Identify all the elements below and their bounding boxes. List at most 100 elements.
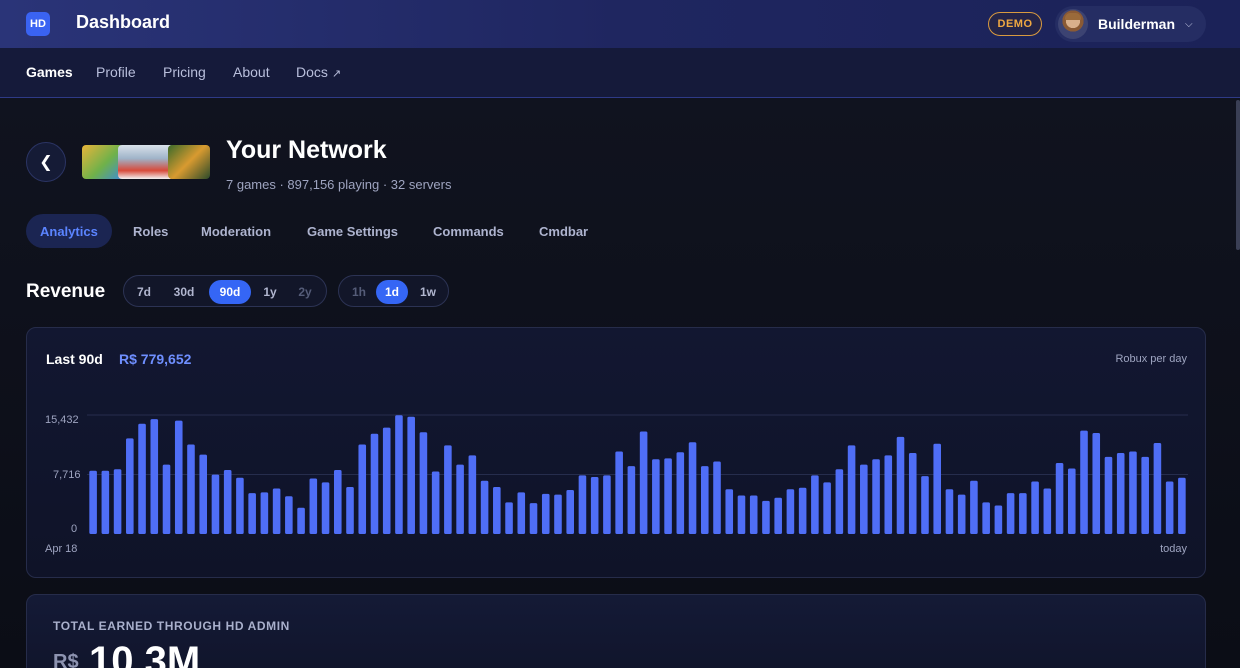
chart-bar[interactable] bbox=[884, 455, 893, 534]
chart-bar[interactable] bbox=[223, 470, 232, 534]
range-7d-button[interactable]: 7d bbox=[129, 280, 159, 304]
chart-bar[interactable] bbox=[272, 488, 281, 535]
chart-bar[interactable] bbox=[1019, 493, 1027, 534]
chart-bar[interactable] bbox=[554, 494, 562, 534]
chart-bar[interactable] bbox=[811, 475, 819, 534]
chart-bar[interactable] bbox=[798, 487, 807, 534]
chart-bar[interactable] bbox=[541, 493, 550, 534]
chart-bar[interactable] bbox=[1129, 451, 1137, 534]
chart-bar[interactable] bbox=[480, 480, 489, 534]
hd-logo-icon[interactable]: HD bbox=[26, 12, 50, 36]
app-title[interactable]: Dashboard bbox=[76, 12, 170, 33]
chart-bar[interactable] bbox=[1141, 456, 1149, 534]
chart-bar[interactable] bbox=[236, 477, 244, 534]
chart-bar[interactable] bbox=[493, 486, 501, 534]
chart-bar[interactable] bbox=[1116, 453, 1125, 534]
chart-bar[interactable] bbox=[700, 466, 709, 534]
chart-bar[interactable] bbox=[468, 455, 477, 534]
chart-bar[interactable] bbox=[285, 496, 293, 534]
chart-bar[interactable] bbox=[1043, 488, 1052, 535]
chart-bar[interactable] bbox=[578, 475, 587, 534]
chart-bar[interactable] bbox=[321, 482, 330, 534]
chart-bar[interactable] bbox=[933, 443, 941, 534]
chart-bar[interactable] bbox=[994, 505, 1003, 534]
chart-bar[interactable] bbox=[370, 433, 379, 534]
chart-bar[interactable] bbox=[823, 482, 831, 534]
range-2y-button[interactable]: 2y bbox=[290, 280, 320, 304]
chart-bar[interactable] bbox=[333, 470, 342, 534]
nav-games[interactable]: Games bbox=[26, 64, 73, 80]
chart-bar[interactable] bbox=[982, 502, 990, 534]
chart-bar[interactable] bbox=[847, 445, 856, 534]
chart-bar[interactable] bbox=[603, 475, 611, 534]
chart-bar[interactable] bbox=[187, 444, 195, 534]
chart-bar[interactable] bbox=[908, 453, 917, 534]
tab-roles[interactable]: Roles bbox=[119, 214, 182, 248]
chart-bar[interactable] bbox=[957, 494, 966, 534]
chart-bar[interactable] bbox=[113, 469, 122, 534]
chart-bar[interactable] bbox=[1067, 468, 1076, 534]
nav-docs[interactable]: Docs ↗ bbox=[296, 64, 341, 80]
chart-bar[interactable] bbox=[297, 507, 305, 534]
chart-bar[interactable] bbox=[1104, 456, 1113, 534]
range-30d-button[interactable]: 30d bbox=[165, 280, 203, 304]
tab-cmdbar[interactable]: Cmdbar bbox=[525, 214, 602, 248]
chart-bar[interactable] bbox=[162, 464, 171, 534]
chart-bar[interactable] bbox=[174, 420, 183, 534]
chart-bar[interactable] bbox=[1080, 430, 1088, 534]
chart-bar[interactable] bbox=[676, 452, 685, 534]
chart-bar[interactable] bbox=[1178, 477, 1186, 534]
chart-bar[interactable] bbox=[211, 474, 220, 534]
chart-bar[interactable] bbox=[615, 451, 623, 534]
chart-bar[interactable] bbox=[590, 476, 599, 534]
tab-moderation[interactable]: Moderation bbox=[187, 214, 285, 248]
chart-bar[interactable] bbox=[150, 419, 159, 534]
range-90d-button[interactable]: 90d bbox=[209, 280, 251, 304]
scrollbar[interactable] bbox=[1236, 100, 1240, 250]
chart-bar[interactable] bbox=[346, 486, 354, 534]
chart-bar[interactable] bbox=[639, 431, 648, 534]
chart-bar[interactable] bbox=[260, 492, 269, 534]
chart-bar[interactable] bbox=[921, 476, 929, 534]
range-1y-button[interactable]: 1y bbox=[255, 280, 285, 304]
chart-bar[interactable] bbox=[89, 470, 97, 534]
chart-bar[interactable] bbox=[749, 495, 758, 534]
chart-bar[interactable] bbox=[126, 438, 134, 534]
chart-bar[interactable] bbox=[786, 489, 795, 534]
back-button[interactable]: ❮ bbox=[26, 142, 66, 182]
chart-bar[interactable] bbox=[688, 442, 697, 534]
chart-bar[interactable] bbox=[138, 423, 146, 534]
chart-bar[interactable] bbox=[970, 480, 978, 534]
chart-bar[interactable] bbox=[419, 432, 428, 534]
chart-bar[interactable] bbox=[627, 466, 636, 534]
chart-bar[interactable] bbox=[456, 464, 464, 534]
chart-bar[interactable] bbox=[713, 461, 721, 534]
chart-bar[interactable] bbox=[309, 478, 318, 534]
chart-bar[interactable] bbox=[1031, 481, 1039, 534]
chart-bar[interactable] bbox=[725, 489, 734, 534]
chart-bar[interactable] bbox=[872, 459, 880, 534]
chart-bar[interactable] bbox=[860, 464, 868, 534]
user-menu-button[interactable]: Builderman ⌵ bbox=[1055, 6, 1206, 42]
tab-game-settings[interactable]: Game Settings bbox=[293, 214, 412, 248]
tab-commands[interactable]: Commands bbox=[419, 214, 518, 248]
chart-bar[interactable] bbox=[517, 492, 526, 534]
chart-bar[interactable] bbox=[248, 493, 256, 534]
chart-bar[interactable] bbox=[407, 416, 415, 534]
chart-bar[interactable] bbox=[382, 427, 391, 534]
tab-analytics[interactable]: Analytics bbox=[26, 214, 112, 248]
chart-bar[interactable] bbox=[505, 502, 513, 534]
chart-bar[interactable] bbox=[664, 458, 672, 534]
chart-bar[interactable] bbox=[529, 503, 538, 534]
chart-bar[interactable] bbox=[896, 436, 905, 534]
nav-profile[interactable]: Profile bbox=[96, 64, 136, 80]
chart-bar[interactable] bbox=[1092, 432, 1101, 534]
chart-bar[interactable] bbox=[1153, 443, 1162, 534]
resolution-1d-button[interactable]: 1d bbox=[376, 280, 408, 304]
chart-bar[interactable] bbox=[835, 469, 844, 534]
resolution-1w-button[interactable]: 1w bbox=[412, 280, 444, 304]
chart-bar[interactable] bbox=[431, 471, 440, 534]
chart-bar[interactable] bbox=[945, 489, 954, 534]
nav-pricing[interactable]: Pricing bbox=[163, 64, 206, 80]
chart-bar[interactable] bbox=[737, 495, 746, 534]
